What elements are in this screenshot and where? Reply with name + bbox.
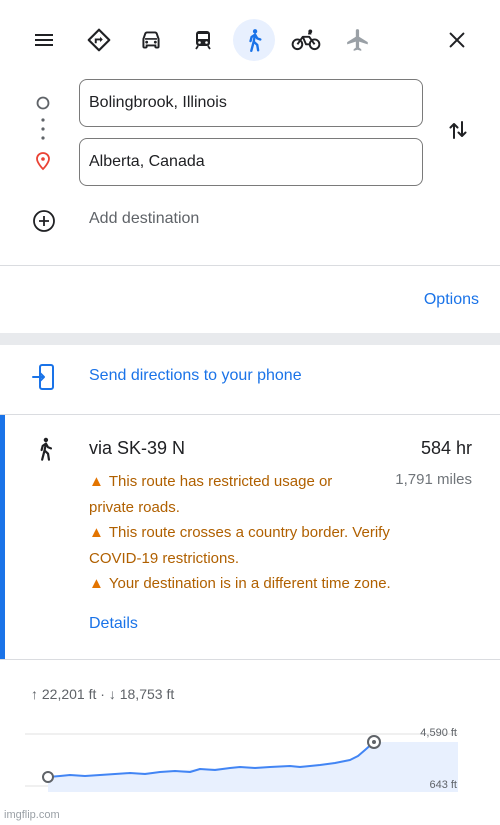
mode-walk-button[interactable] [233, 19, 275, 61]
bike-icon [291, 29, 321, 51]
ascent-value: 22,201 ft [41, 686, 97, 702]
origin-input[interactable]: Bolingbrook, Illinois [79, 79, 423, 127]
route-warning: ▲ This route crosses a country border. Ve… [89, 520, 390, 572]
add-circle-icon [33, 210, 55, 232]
menu-icon [35, 34, 53, 46]
mode-transit-button[interactable] [182, 19, 224, 61]
options-link[interactable]: Options [424, 291, 479, 309]
car-icon [142, 31, 160, 49]
elevation-min-label: 643 ft [429, 779, 457, 791]
warning-text: This route crosses a country border. Ver… [108, 524, 390, 541]
add-destination-button[interactable] [32, 209, 56, 233]
swap-button[interactable] [444, 116, 472, 144]
walk-icon [249, 29, 262, 53]
send-to-phone-button[interactable] [31, 363, 57, 391]
descent-arrow-icon: ↓ [108, 686, 116, 702]
origin-circle-icon [36, 96, 50, 110]
selected-route-indicator [0, 415, 5, 659]
destination-pin-icon [36, 152, 50, 171]
ascent-arrow-icon: ↑ [31, 686, 38, 702]
warning-icon: ▲ [89, 524, 104, 541]
divider [0, 265, 500, 266]
route-duration: 584 hr [420, 438, 472, 458]
route-warning: ▲ Your destination is in a different time… [89, 571, 391, 597]
mode-bike-button[interactable] [285, 19, 327, 61]
warning-text: private roads. [89, 499, 180, 516]
mode-best-button[interactable] [78, 19, 120, 61]
elevation-chart: 4,590 ft 643 ft [25, 727, 458, 792]
descent-value: 18,753 ft [119, 686, 175, 702]
elevation-summary: ↑ 22,201 ft · ↓ 18,753 ft [31, 686, 175, 702]
warning-icon: ▲ [89, 473, 104, 490]
watermark: imgflip.com [4, 809, 60, 821]
route-option-card[interactable]: via SK-39 N 584 hr 1,791 miles ▲ This rou… [0, 415, 500, 659]
mode-flight-button[interactable] [337, 19, 379, 61]
flight-icon [347, 29, 368, 51]
swap-icon [449, 121, 467, 139]
send-to-phone-icon [32, 364, 54, 390]
route-markers [36, 96, 50, 171]
walk-icon [40, 437, 53, 461]
send-directions-link[interactable]: Send directions to your phone [89, 367, 302, 385]
divider [0, 659, 500, 660]
mode-drive-button[interactable] [130, 19, 172, 61]
add-destination-label[interactable]: Add destination [89, 210, 199, 228]
route-distance: 1,791 miles [395, 471, 472, 488]
route-warning: ▲ This route has restricted usage or priv… [89, 469, 332, 521]
menu-button[interactable] [23, 19, 65, 61]
route-name: via SK-39 N [89, 438, 186, 458]
destination-input[interactable]: Alberta, Canada [79, 138, 423, 186]
warning-text: Your destination is in a different time … [108, 575, 391, 592]
directions-icon [87, 28, 111, 52]
travel-mode-toolbar [0, 0, 500, 80]
close-button[interactable] [436, 19, 478, 61]
warning-text: COVID-19 restrictions. [89, 550, 240, 567]
elevation-max-label: 4,590 ft [420, 727, 457, 739]
section-divider [0, 333, 500, 345]
close-icon [449, 32, 465, 48]
destination-input-value: Alberta, Canada [89, 153, 205, 170]
transit-icon [195, 31, 211, 50]
warning-icon: ▲ [89, 575, 104, 592]
origin-input-value: Bolingbrook, Illinois [89, 94, 227, 111]
details-link[interactable]: Details [89, 615, 138, 633]
elevation-start-marker [42, 771, 54, 783]
warning-text: This route has restricted usage or [108, 473, 333, 490]
